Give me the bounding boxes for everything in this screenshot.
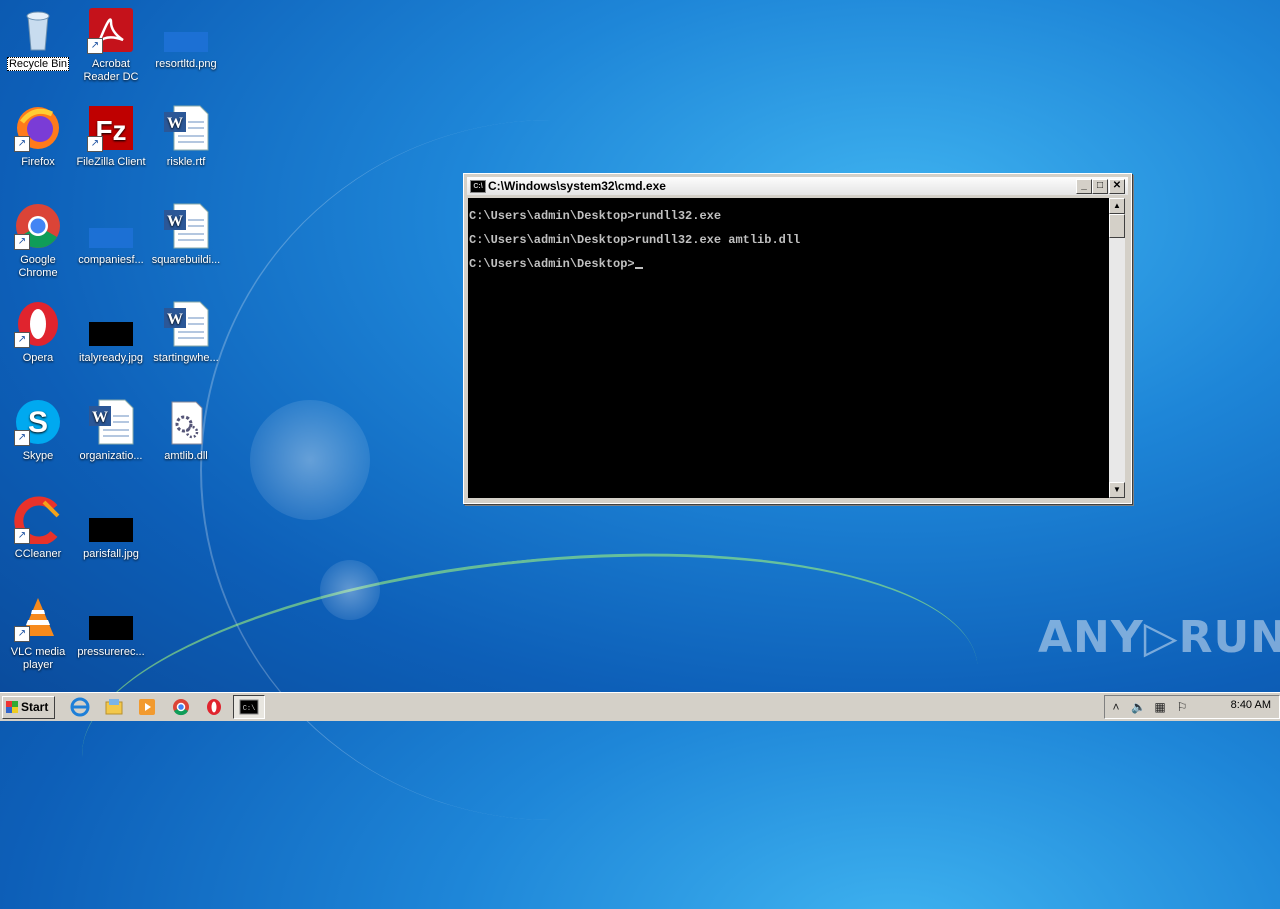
- shortcut-arrow-icon: ↗: [14, 528, 30, 544]
- chrome-icon[interactable]: [171, 697, 191, 717]
- show-hidden-icon[interactable]: ˄: [1109, 700, 1123, 714]
- close-button[interactable]: ✕: [1109, 179, 1125, 194]
- cmd-icon: C:\: [239, 699, 259, 715]
- desktop-icon-firefox[interactable]: ↗ Firefox: [0, 104, 76, 169]
- vertical-scrollbar[interactable]: ▲ ▼: [1109, 198, 1125, 498]
- console-output[interactable]: C:\Users\admin\Desktop>rundll32.exe C:\U…: [468, 198, 1109, 498]
- cmd-window[interactable]: C:\ C:\Windows\system32\cmd.exe _ □ ✕ C:…: [463, 173, 1132, 504]
- text-cursor: [634, 267, 643, 269]
- shortcut-arrow-icon: ↗: [14, 332, 30, 348]
- minimize-button[interactable]: _: [1076, 179, 1092, 194]
- desktop-icon-pressurerec[interactable]: pressurerec...: [73, 594, 149, 659]
- svg-text:W: W: [167, 115, 183, 132]
- recycle-bin-icon: [14, 6, 62, 54]
- word-document-icon: W: [162, 202, 210, 250]
- wallpaper-glow: [320, 560, 380, 620]
- shortcut-arrow-icon: ↗: [87, 38, 103, 54]
- desktop-icon-recycle-bin[interactable]: Recycle Bin: [0, 6, 76, 71]
- media-player-icon[interactable]: [137, 697, 157, 717]
- opera-icon: ↗: [14, 300, 62, 348]
- scroll-thumb[interactable]: [1109, 214, 1125, 238]
- chrome-icon: ↗: [14, 202, 62, 250]
- shortcut-arrow-icon: ↗: [87, 136, 103, 152]
- console-line: C:\Users\admin\Desktop>rundll32.exe amtl…: [469, 233, 801, 247]
- desktop-icon-companiesf[interactable]: companiesf...: [73, 202, 149, 267]
- system-tray: ˄ 🔈 ▦ ⚐ 8:40 AM: [1104, 695, 1280, 719]
- word-document-icon: W: [87, 398, 135, 446]
- file-thumbnail-icon: [87, 202, 135, 250]
- desktop-icon-vlc[interactable]: ↗ VLC media player: [0, 594, 76, 672]
- cmd-title-bar[interactable]: C:\ C:\Windows\system32\cmd.exe _ □ ✕: [467, 177, 1128, 195]
- desktop-icon-riskle[interactable]: W riskle.rtf: [148, 104, 224, 169]
- shortcut-arrow-icon: ↗: [14, 234, 30, 250]
- network-icon[interactable]: ▦: [1153, 700, 1167, 714]
- ie-icon[interactable]: [70, 697, 90, 717]
- svg-text:W: W: [167, 213, 183, 230]
- desktop-icon-google-chrome[interactable]: ↗ Google Chrome: [0, 202, 76, 280]
- svg-text:W: W: [167, 311, 183, 328]
- opera-icon[interactable]: [204, 697, 224, 717]
- maximize-button[interactable]: □: [1092, 179, 1108, 194]
- dll-file-icon: [162, 398, 210, 446]
- desktop-icon-resortltd[interactable]: resortltd.png: [148, 6, 224, 71]
- desktop-icon-ccleaner[interactable]: ↗ CCleaner: [0, 496, 76, 561]
- word-document-icon: W: [162, 300, 210, 348]
- wallpaper-glow: [250, 400, 370, 520]
- image-thumbnail-icon: [87, 496, 135, 544]
- desktop-icon-squarebuildi[interactable]: W squarebuildi...: [148, 202, 224, 267]
- svg-text:S: S: [28, 406, 48, 439]
- console-line: C:\Users\admin\Desktop>rundll32.exe: [469, 209, 722, 223]
- console-prompt-line: C:\Users\admin\Desktop>: [469, 257, 643, 271]
- watermark: ANY▷RUN: [1038, 612, 1280, 663]
- vlc-icon: ↗: [14, 594, 62, 642]
- taskbar-cmd-button[interactable]: C:\: [233, 695, 265, 719]
- volume-icon[interactable]: 🔈: [1131, 700, 1146, 714]
- skype-icon: S ↗: [14, 398, 62, 446]
- image-thumbnail-icon: [162, 6, 210, 54]
- flag-icon[interactable]: ⚐: [1175, 700, 1189, 714]
- ccleaner-icon: ↗: [14, 496, 62, 546]
- shortcut-arrow-icon: ↗: [14, 430, 30, 446]
- image-thumbnail-icon: [87, 300, 135, 348]
- taskbar: Start C:\ ˄ 🔈 ▦ ⚐ 8:40 AM: [0, 692, 1280, 721]
- desktop-icon-startingwhe[interactable]: W startingwhe...: [148, 300, 224, 365]
- desktop-icon-parisfall[interactable]: parisfall.jpg: [73, 496, 149, 561]
- start-button[interactable]: Start: [2, 696, 55, 719]
- desktop-icon-opera[interactable]: ↗ Opera: [0, 300, 76, 365]
- filezilla-icon: Fz ↗: [87, 104, 135, 152]
- windows-logo-icon: [6, 701, 18, 713]
- word-document-icon: W: [162, 104, 210, 152]
- explorer-icon[interactable]: [104, 697, 124, 717]
- shortcut-arrow-icon: ↗: [14, 626, 30, 642]
- console-prompt: C:\Users\admin\Desktop>: [469, 257, 635, 271]
- scroll-up-arrow-icon[interactable]: ▲: [1109, 198, 1125, 214]
- svg-text:C:\: C:\: [243, 705, 256, 713]
- firefox-icon: ↗: [14, 104, 62, 152]
- desktop-icon-amtlib[interactable]: amtlib.dll: [148, 398, 224, 463]
- image-thumbnail-icon: [87, 594, 135, 642]
- desktop-icon-acrobat[interactable]: ↗ Acrobat Reader DC: [73, 6, 149, 84]
- shortcut-arrow-icon: ↗: [14, 136, 30, 152]
- desktop-icon-filezilla[interactable]: Fz ↗ FileZilla Client: [73, 104, 149, 169]
- clock[interactable]: 8:40 AM: [1231, 699, 1271, 711]
- desktop-icon-organizatio[interactable]: W organizatio...: [73, 398, 149, 463]
- svg-text:W: W: [92, 409, 108, 426]
- desktop-icon-italyready[interactable]: italyready.jpg: [73, 300, 149, 365]
- cmd-icon: C:\: [470, 180, 486, 193]
- scroll-down-arrow-icon[interactable]: ▼: [1109, 482, 1125, 498]
- window-title: C:\Windows\system32\cmd.exe: [488, 179, 666, 193]
- acrobat-icon: ↗: [87, 6, 135, 54]
- desktop-icon-skype[interactable]: S ↗ Skype: [0, 398, 76, 463]
